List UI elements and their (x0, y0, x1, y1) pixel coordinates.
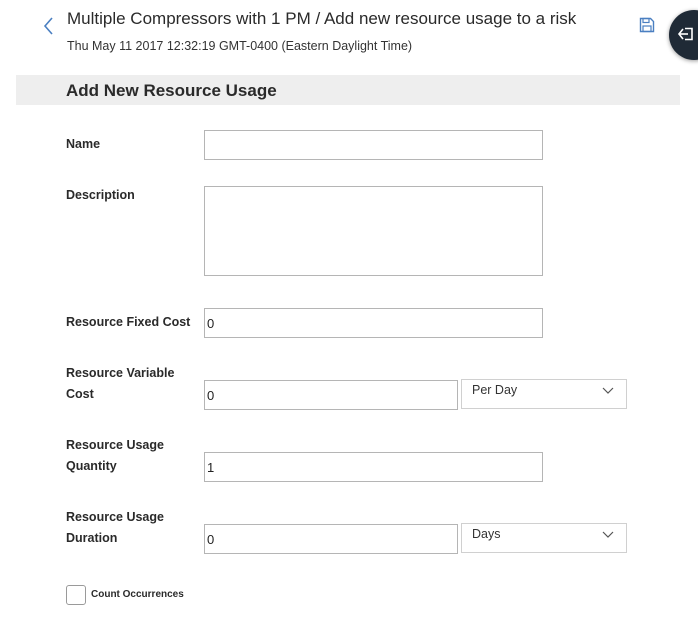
name-input[interactable] (204, 130, 543, 160)
chevron-left-icon (43, 17, 53, 35)
exit-button[interactable] (669, 10, 698, 60)
duration-unit-value: Days (472, 527, 501, 541)
description-textarea[interactable] (204, 186, 543, 276)
section-title: Add New Resource Usage (66, 81, 277, 100)
exit-icon (677, 27, 693, 41)
section-header: Add New Resource Usage (16, 75, 680, 105)
chevron-down-icon (602, 531, 614, 538)
variable-cost-input[interactable] (204, 380, 458, 410)
duration-label: Resource Usage Duration (66, 507, 164, 549)
page-timestamp: Thu May 11 2017 12:32:19 GMT-0400 (Easte… (67, 39, 413, 53)
count-occurrences-label: Count Occurrences (91, 589, 184, 600)
quantity-label: Resource Usage Quantity (66, 435, 164, 477)
variable-cost-label-line2: Cost (66, 387, 94, 401)
variable-cost-label-line1: Resource Variable (66, 366, 175, 380)
duration-label-line1: Resource Usage (66, 510, 164, 524)
name-label: Name (66, 137, 101, 151)
variable-cost-unit-value: Per Day (472, 383, 518, 397)
duration-unit-select[interactable]: Days (461, 523, 627, 553)
fixed-cost-input[interactable] (204, 308, 543, 338)
back-button[interactable] (40, 14, 60, 38)
variable-cost-label: Resource Variable Cost (66, 363, 174, 405)
quantity-label-line2: Quantity (66, 459, 117, 473)
duration-input[interactable] (204, 524, 458, 554)
chevron-down-icon (602, 387, 614, 394)
duration-label-line2: Duration (66, 531, 118, 545)
quantity-label-line1: Resource Usage (66, 438, 164, 452)
variable-cost-unit-select[interactable]: Per Day (461, 379, 627, 409)
count-occurrences-checkbox[interactable] (66, 585, 86, 605)
fixed-cost-label: Resource Fixed Cost (66, 315, 191, 329)
page-title: Multiple Compressors with 1 PM / Add new… (67, 9, 577, 28)
save-button[interactable] (638, 16, 656, 34)
quantity-input[interactable] (204, 452, 543, 482)
save-icon (639, 17, 655, 33)
description-label: Description (66, 188, 135, 202)
